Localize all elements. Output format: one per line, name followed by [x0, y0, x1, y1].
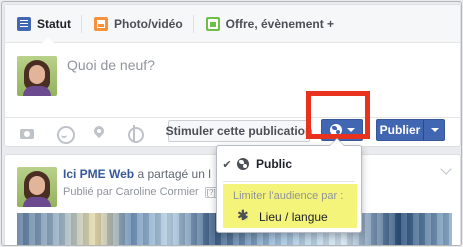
chevron-down-icon	[430, 128, 439, 132]
composer-tabs: Statut Photo/vidéo Offre, évènement +	[5, 5, 460, 44]
audience-option-public[interactable]: ✔ Public	[217, 154, 361, 174]
photo-icon	[94, 16, 108, 31]
target-icon[interactable]	[126, 125, 144, 143]
audience-option-public-label: Public	[256, 157, 293, 171]
status-icon	[17, 16, 31, 31]
check-icon: ✔	[222, 158, 232, 171]
post-composer: Statut Photo/vidéo Offre, évènement + Qu…	[4, 4, 461, 147]
publish-button[interactable]: Publier	[376, 119, 445, 141]
tab-photo-video[interactable]: Photo/vidéo	[82, 5, 193, 43]
chevron-down-icon[interactable]	[440, 163, 452, 175]
boost-post-button[interactable]: Stimuler cette publication	[166, 120, 312, 142]
post-header: Ici PME Web a partagé un l	[63, 167, 211, 181]
globe-icon	[237, 158, 249, 170]
audience-option-location[interactable]: Lieu / langue	[233, 208, 328, 224]
audience-dropdown: ✔ Public Limiter l'audience par : Lieu /…	[216, 138, 362, 233]
dropdown-divider	[223, 181, 355, 182]
app-frame: Statut Photo/vidéo Offre, évènement + Qu…	[1, 1, 462, 246]
post-published-by: Publié par Caroline Cormier	[63, 186, 199, 198]
highlight-annotation	[306, 91, 370, 139]
camera-icon[interactable]	[19, 125, 35, 141]
location-pin-icon[interactable]	[91, 125, 107, 141]
tab-offer-event[interactable]: Offre, évènement +	[194, 5, 344, 43]
audience-option-location-label: Lieu / langue	[259, 210, 328, 224]
avatar	[17, 167, 57, 207]
event-icon	[205, 16, 220, 31]
tab-offer-event-label: Offre, évènement +	[225, 16, 335, 31]
publish-options-button[interactable]	[424, 120, 445, 140]
publish-button-label: Publier	[379, 123, 421, 137]
tab-photo-video-label: Photo/vidéo	[114, 16, 183, 31]
post-byline: Publié par Caroline Cormier [?]	[63, 186, 218, 198]
post-author-link[interactable]: Ici PME Web	[63, 167, 134, 181]
status-input[interactable]: Quoi de neuf?	[67, 57, 155, 73]
limit-audience-label: Limiter l'audience par :	[233, 190, 344, 202]
avatar	[17, 56, 57, 96]
smiley-icon[interactable]	[56, 125, 75, 144]
post-action-text: a partagé un l	[137, 167, 211, 181]
gear-icon	[237, 208, 249, 222]
tab-status[interactable]: Statut	[5, 5, 81, 44]
tab-status-label: Statut	[37, 16, 71, 31]
